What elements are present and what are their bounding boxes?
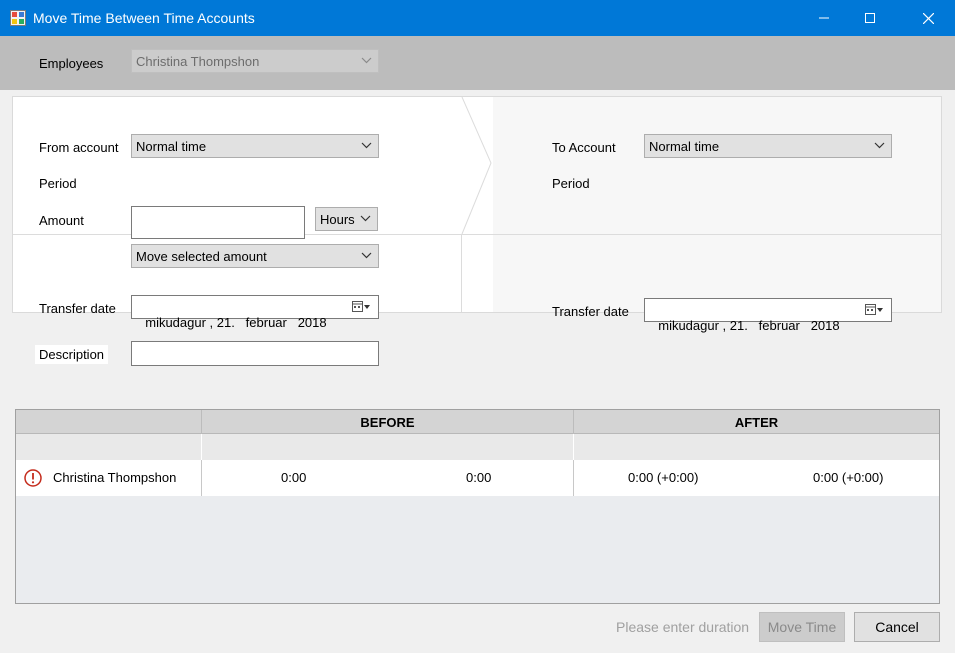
- cancel-button[interactable]: Cancel: [854, 612, 940, 642]
- unit-combobox[interactable]: Hours: [315, 207, 378, 231]
- chevron-down-icon: [874, 142, 885, 149]
- column-separator: [201, 460, 202, 496]
- title-bar: Move Time Between Time Accounts: [0, 0, 955, 36]
- from-transfer-date-value: mikudagur , 21. februar 2018: [145, 315, 327, 330]
- unit-value: Hours: [320, 212, 355, 227]
- window-title: Move Time Between Time Accounts: [33, 10, 255, 26]
- close-button[interactable]: [905, 0, 951, 36]
- chevron-down-icon: [360, 215, 371, 222]
- minimize-button[interactable]: [801, 0, 847, 36]
- grid-header-after: AFTER: [573, 410, 939, 434]
- before-to-cell: 0:00: [466, 470, 492, 485]
- to-transfer-date-label: Transfer date: [552, 304, 629, 319]
- description-label: Description: [35, 345, 109, 364]
- after-from-cell: 0:00 (+0:00): [628, 470, 699, 485]
- to-account-label: To Account: [552, 140, 616, 155]
- from-account-value: Normal time: [136, 139, 207, 154]
- chevron-down-icon: [361, 57, 372, 64]
- chevron-down-icon: [361, 252, 372, 259]
- to-period-label: Period: [552, 176, 590, 191]
- employees-value: Christina Thompshon: [136, 54, 260, 69]
- grid-subheader: [16, 434, 939, 460]
- employees-combobox[interactable]: Christina Thompshon: [131, 49, 379, 73]
- description-input[interactable]: [131, 341, 379, 366]
- before-from-cell: 0:00: [281, 470, 307, 485]
- accounts-panel: [12, 96, 942, 313]
- grid-header-before: BEFORE: [201, 410, 573, 434]
- from-transfer-date-label: Transfer date: [39, 301, 116, 316]
- calendar-dropdown-icon[interactable]: [865, 304, 885, 316]
- close-icon: [922, 12, 934, 24]
- app-window-icon: [10, 10, 26, 26]
- amount-label: Amount: [39, 213, 84, 228]
- employees-bar: Employees Christina Thompshon: [0, 36, 955, 90]
- amount-input[interactable]: [131, 206, 305, 239]
- from-account-combobox[interactable]: Normal time: [131, 134, 379, 158]
- employees-label: Employees: [39, 56, 104, 71]
- warning-icon: [24, 469, 42, 487]
- move-mode-combobox[interactable]: Move selected amount: [131, 244, 379, 268]
- column-separator: [573, 434, 574, 460]
- from-account-label: From account: [39, 140, 119, 155]
- from-period-label: Period: [39, 176, 77, 191]
- maximize-icon: [865, 13, 875, 23]
- minimize-icon: [819, 17, 829, 19]
- after-to-cell: 0:00 (+0:00): [813, 470, 884, 485]
- column-separator: [201, 434, 202, 460]
- move-mode-value: Move selected amount: [136, 249, 267, 264]
- to-transfer-date-picker[interactable]: mikudagur , 21. februar 2018: [644, 298, 892, 333]
- employee-name-cell: Christina Thompshon: [53, 470, 177, 485]
- from-transfer-date-picker[interactable]: mikudagur , 21. februar 2018: [131, 295, 379, 330]
- balance-grid: BEFORE AFTER Christina Thompshon 0:00 0:…: [15, 409, 940, 604]
- to-account-value: Normal time: [649, 139, 720, 154]
- to-transfer-date-value: mikudagur , 21. februar 2018: [658, 318, 840, 333]
- grid-header-name: [16, 410, 201, 434]
- maximize-button[interactable]: [847, 0, 893, 36]
- table-row[interactable]: Christina Thompshon 0:00 0:00 0:00 (+0:0…: [16, 460, 939, 496]
- move-time-button[interactable]: Move Time: [759, 612, 845, 642]
- to-account-combobox[interactable]: Normal time: [644, 134, 892, 158]
- calendar-dropdown-icon[interactable]: [352, 301, 372, 313]
- chevron-down-icon: [361, 142, 372, 149]
- column-separator: [573, 460, 574, 496]
- arrow-divider: [461, 97, 492, 235]
- grid-header: BEFORE AFTER: [16, 410, 939, 434]
- status-message: Please enter duration: [616, 619, 750, 635]
